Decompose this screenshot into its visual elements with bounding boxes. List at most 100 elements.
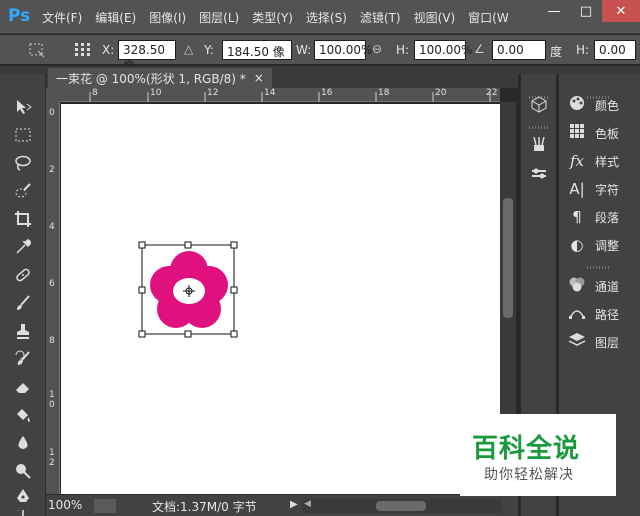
swatches-icon: [559, 123, 595, 143]
h-label: H:: [396, 43, 410, 57]
maximize-button[interactable]: □: [570, 0, 602, 22]
panel-swatches[interactable]: 色板: [559, 121, 640, 145]
menu-layer[interactable]: 图层(L): [199, 9, 239, 26]
panel-character-label: 字符: [595, 182, 620, 197]
horizontal-scrollbar[interactable]: ◀: [302, 499, 502, 513]
channels-icon: [559, 276, 595, 296]
ruler-left-tick: 6: [49, 279, 55, 289]
ruler-left-tick: 4: [49, 222, 55, 232]
ruler-left-tick: 1 0: [49, 390, 55, 410]
watermark-title: 百科全说: [472, 434, 581, 464]
dodge-tool-icon[interactable]: [10, 460, 36, 482]
angle-unit: 度: [550, 45, 563, 59]
link-icon[interactable]: ⊖: [372, 42, 382, 56]
brush-tool-icon[interactable]: [10, 292, 36, 314]
status-menu-arrow-icon[interactable]: ▶: [290, 499, 298, 510]
status-preview-icon[interactable]: [94, 499, 116, 513]
angle-field[interactable]: 0.00: [492, 40, 546, 60]
ruler-left: 0 2 4 6 8 1 0 1 2: [46, 102, 60, 494]
styles-icon: fx: [569, 152, 584, 170]
relative-position-icon[interactable]: △: [184, 42, 193, 56]
brush-presets-icon[interactable]: [529, 134, 549, 154]
panel-grip[interactable]: [587, 266, 611, 269]
panel-color-label: 颜色: [595, 98, 620, 113]
panel-layers-label: 图层: [595, 335, 620, 350]
y-label: Y:: [204, 43, 214, 57]
tool-presets-icon[interactable]: [529, 162, 549, 182]
menu-view[interactable]: 视图(V): [414, 9, 456, 26]
3d-icon[interactable]: [529, 94, 549, 114]
healing-brush-tool-icon[interactable]: [10, 264, 36, 286]
history-brush-tool-icon[interactable]: [10, 348, 36, 370]
menu-image[interactable]: 图像(I): [149, 9, 186, 26]
menu-type[interactable]: 类型(Y): [252, 9, 293, 26]
h-field[interactable]: 100.00%: [414, 40, 472, 60]
ruler-top-tick: 8: [92, 88, 98, 98]
w-field[interactable]: 100.00%: [314, 40, 372, 60]
panel-styles-label: 样式: [595, 154, 620, 169]
panel-channels[interactable]: 通道: [559, 274, 640, 298]
zoom-level[interactable]: 100%: [48, 498, 82, 512]
minimize-button[interactable]: —: [538, 0, 570, 22]
vertical-scroll-thumb[interactable]: [503, 198, 513, 318]
ruler-top: 8 10 12 14 16 18 20 22: [60, 88, 500, 102]
status-bar: 100% 文档:1.37M/0 字节 ▶ ◀: [46, 494, 518, 516]
marquee-tool-icon[interactable]: [10, 124, 36, 146]
clone-stamp-tool-icon[interactable]: [10, 320, 36, 342]
crop-tool-icon[interactable]: [10, 208, 36, 230]
panel-grip[interactable]: [529, 126, 549, 129]
eraser-tool-icon[interactable]: [10, 376, 36, 398]
menu-file[interactable]: 文件(F): [42, 9, 82, 26]
panels-collapse-strip[interactable]: [518, 66, 640, 74]
menu-bar: Ps 文件(F) 编辑(E) 图像(I) 图层(L) 类型(Y) 选择(S) 滤…: [0, 0, 640, 34]
document-tab-close-icon[interactable]: ×: [254, 71, 264, 85]
watermark: 百科全说 助你轻松解决: [460, 414, 616, 496]
panel-adjustments-label: 调整: [595, 238, 620, 253]
panel-channels-label: 通道: [595, 279, 620, 294]
panel-character[interactable]: A| 字符: [559, 177, 640, 201]
menu-edit[interactable]: 编辑(E): [95, 9, 136, 26]
horizontal-scroll-thumb[interactable]: [376, 501, 426, 511]
reference-point-icon[interactable]: [74, 42, 92, 58]
paint-bucket-tool-icon[interactable]: [10, 404, 36, 426]
h-skew-label: H:: [576, 43, 590, 57]
panel-paragraph-label: 段落: [595, 210, 620, 225]
scroll-left-icon[interactable]: ◀: [304, 499, 311, 509]
blur-tool-icon[interactable]: [10, 432, 36, 454]
pen-tool-icon[interactable]: [10, 486, 36, 508]
x-field[interactable]: 328.50 像: [118, 40, 176, 73]
app-logo: Ps: [8, 6, 31, 26]
move-tool-icon[interactable]: [10, 96, 36, 118]
tools-collapse-strip[interactable]: [0, 66, 46, 74]
character-icon: A|: [569, 180, 585, 198]
flower-shape[interactable]: [61, 104, 501, 494]
panel-paragraph[interactable]: ¶ 段落: [559, 205, 640, 229]
watermark-subtitle: 助你轻松解决: [484, 467, 574, 483]
panel-styles[interactable]: fx 样式: [559, 149, 640, 173]
palette-icon: [559, 95, 595, 115]
document-tab[interactable]: 一束花 @ 100%(形状 1, RGB/8) * ×: [48, 68, 272, 88]
menu-window[interactable]: 窗口(W: [468, 9, 509, 26]
transform-tool-icon[interactable]: [28, 42, 46, 58]
paths-icon: [559, 304, 595, 324]
h-skew-field[interactable]: 0.00: [594, 40, 636, 60]
options-bar: X: 328.50 像 △ Y: 184.50 像 W: 100.00% ⊖ H…: [0, 35, 640, 73]
close-button[interactable]: ✕: [602, 0, 640, 22]
panel-layers[interactable]: 图层: [559, 330, 640, 354]
eyedropper-tool-icon[interactable]: [10, 236, 36, 258]
panel-paths[interactable]: 路径: [559, 302, 640, 326]
panel-paths-label: 路径: [595, 307, 620, 322]
quick-select-tool-icon[interactable]: [10, 180, 36, 202]
panel-color[interactable]: 颜色: [559, 93, 640, 117]
menu-filter[interactable]: 滤镜(T): [360, 9, 401, 26]
panel-adjustments[interactable]: ◐ 调整: [559, 233, 640, 257]
ruler-left-tick: 8: [49, 336, 55, 346]
ruler-top-tick: 20: [435, 88, 447, 98]
w-label: W:: [296, 43, 312, 57]
y-field[interactable]: 184.50 像: [222, 40, 292, 60]
type-tool-icon[interactable]: T: [10, 510, 36, 516]
ruler-top-tick: 12: [207, 88, 219, 98]
lasso-tool-icon[interactable]: [10, 152, 36, 174]
menu-select[interactable]: 选择(S): [306, 9, 347, 26]
document-canvas[interactable]: [61, 104, 501, 494]
